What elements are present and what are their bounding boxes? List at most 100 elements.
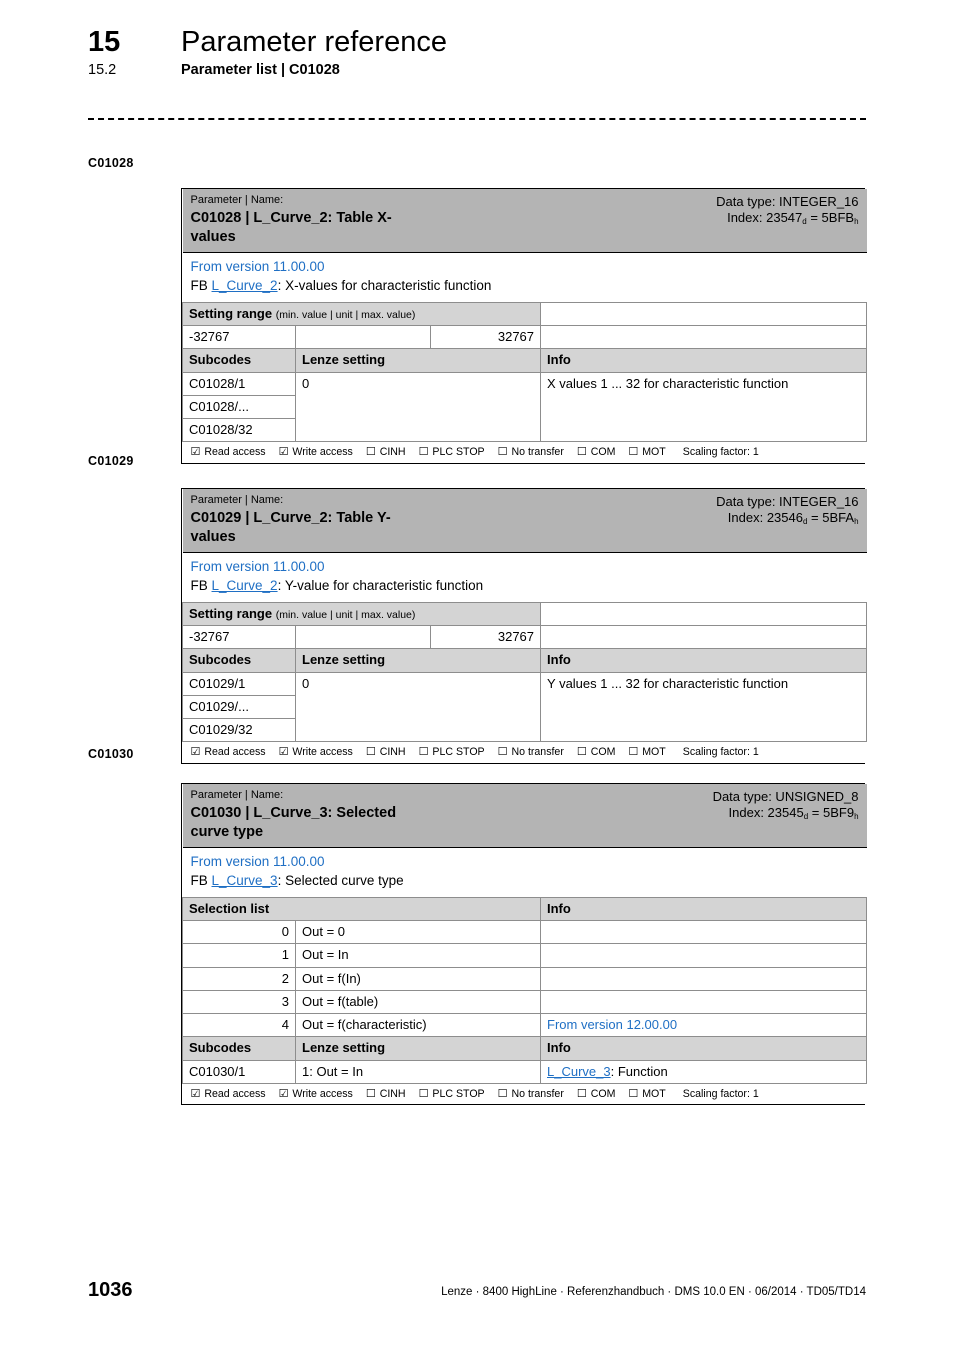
- info-value: L_Curve_3: Function: [539, 1059, 868, 1084]
- access-flags-row: ☑ Read access ☑ Write access ☐ CINH ☐ PLC S…: [182, 441, 867, 463]
- from-version-text: From version 11.00.00: [190, 259, 325, 275]
- access-flags-cell: ☑ Read access ☑ Write access ☐ CINH ☐ PLC S…: [182, 441, 867, 463]
- subcodes-col-header: Subcodes: [182, 348, 296, 373]
- access-flag-plc-stop: ☐ PLC STOP: [418, 745, 485, 759]
- selection-value: 0: [182, 920, 296, 945]
- access-flag-cinh: ☐ CINH: [365, 745, 406, 759]
- footer-document-line: Lenze · 8400 HighLine · Referenzhandbuch…: [441, 1286, 866, 1298]
- scaling-factor-label: Scaling factor: 1: [682, 446, 759, 459]
- checkbox-unchecked-icon: ☐: [628, 745, 639, 759]
- parameter-table-c01028: Parameter | Name: C01028 | L_Curve_2: Ta…: [181, 188, 868, 464]
- section-number: 15.2: [88, 62, 117, 78]
- access-flag-write-access: ☑ Write access: [278, 745, 353, 759]
- data-type-label: Data type: UNSIGNED_8: [712, 789, 859, 804]
- selection-label: Out = f(characteristic): [295, 1013, 541, 1038]
- selection-info: [539, 920, 868, 945]
- subcodes-header-row: Subcodes Lenze setting Info: [182, 348, 868, 373]
- checkbox-checked-icon: ☑: [190, 1086, 201, 1100]
- checkbox-unchecked-icon: ☐: [365, 745, 376, 759]
- access-flag-write-access: ☑ Write access: [278, 445, 353, 459]
- selection-info-from-version: From version 12.00.00: [539, 1013, 868, 1038]
- lenze-setting-col-header: Lenze setting: [295, 1036, 541, 1061]
- table-title-row: Parameter | Name: C01028 | L_Curve_2: Ta…: [182, 189, 867, 254]
- access-flag-mot: ☐ MOT: [628, 445, 666, 459]
- access-flag-no-transfer: ☐ No transfer: [497, 1086, 564, 1100]
- setting-range-unit: [294, 625, 432, 650]
- access-flag-com: ☐ COM: [576, 445, 616, 459]
- setting-range-note: (min. value | unit | max. value): [275, 608, 416, 621]
- checkbox-unchecked-icon: ☐: [418, 445, 429, 459]
- setting-range-min: -32767: [182, 325, 296, 350]
- setting-range-blank: [540, 301, 868, 327]
- checkbox-unchecked-icon: ☐: [418, 1086, 429, 1100]
- checkbox-unchecked-icon: ☐: [365, 1086, 376, 1100]
- subcodes-header-row: Subcodes Lenze setting Info: [182, 648, 868, 673]
- subcodes-header-row: Subcodes Lenze setting Info: [182, 1036, 868, 1061]
- selection-list-header-row: Selection list Info: [182, 896, 868, 922]
- lenze-setting-col-header: Lenze setting: [294, 348, 542, 373]
- table-title-row: Parameter | Name: C01029 | L_Curve_2: Ta…: [182, 489, 867, 554]
- subcode-value: C01029/32: [182, 718, 296, 743]
- info-col-header: Info: [540, 348, 868, 373]
- table-row: C01029/1 0 Y values 1 ... 32 for charact…: [182, 671, 868, 743]
- fb-link[interactable]: L_Curve_2: [212, 278, 278, 293]
- subcode-value: C01028/32: [182, 418, 296, 443]
- parameter-name-value: C01028 | L_Curve_2: Table X-values: [190, 209, 392, 245]
- setting-range-blank-2: [540, 625, 868, 650]
- info-col-header: Info: [540, 648, 868, 673]
- selection-info: [539, 943, 868, 968]
- subcode-value: C01029/...: [182, 694, 296, 720]
- fb-description: FB L_Curve_2: X-values for characteristi…: [190, 277, 492, 293]
- setting-range-blank: [540, 601, 868, 627]
- selection-row: 1 Out = In: [182, 943, 868, 968]
- header-dashed-rule: [88, 118, 866, 120]
- table-title-row: Parameter | Name: C01030 | L_Curve_3: Se…: [182, 784, 867, 849]
- subcodes-col-header: Subcodes: [182, 1036, 296, 1061]
- checkbox-unchecked-icon: ☐: [576, 445, 587, 459]
- parameter-name-value: C01029 | L_Curve_2: Table Y-values: [190, 509, 391, 545]
- lenze-setting-value: 0: [294, 671, 542, 743]
- table-meta-cell: Data type: INTEGER_16 Index: 23546d = 5B…: [430, 489, 867, 554]
- table-description-cell: From version 11.00.00 FB L_Curve_3: Sele…: [182, 847, 867, 898]
- table-row: C01030/1 1: Out = In L_Curve_3: Function: [182, 1059, 868, 1084]
- table-description-cell: From version 11.00.00 FB L_Curve_2: Y-va…: [182, 552, 867, 603]
- setting-range-blank-2: [540, 325, 868, 350]
- info-col-header: Info: [539, 1036, 868, 1061]
- setting-range-max: 32767: [430, 625, 542, 650]
- subcodes-col-header: Subcodes: [182, 648, 296, 673]
- fb-description: FB L_Curve_3: Selected curve type: [190, 872, 404, 888]
- from-version-text: From version 11.00.00: [190, 854, 325, 870]
- fb-link[interactable]: L_Curve_3: [212, 873, 278, 888]
- index-label: Index: 23547d = 5BFBh: [727, 210, 859, 227]
- fb-description: FB L_Curve_2: Y-value for characteristic…: [190, 577, 484, 593]
- selection-label: Out = f(table): [295, 989, 541, 1015]
- selection-row: 2 Out = f(In): [182, 966, 868, 991]
- checkbox-unchecked-icon: ☐: [497, 1086, 508, 1100]
- setting-range-header-row: Setting range (min. value | unit | max. …: [181, 301, 868, 327]
- checkbox-unchecked-icon: ☐: [418, 745, 429, 759]
- chapter-number: 15: [88, 26, 121, 58]
- selection-label: Out = In: [295, 943, 541, 968]
- parameter-name-caption: Parameter | Name:: [190, 494, 284, 506]
- selection-label: Out = 0: [295, 920, 541, 945]
- table-title-cell: Parameter | Name: C01028 | L_Curve_2: Ta…: [182, 189, 431, 254]
- checkbox-unchecked-icon: ☐: [576, 1086, 587, 1100]
- margin-label-c01028: C01028: [88, 156, 134, 170]
- page-number: 1036: [88, 1279, 133, 1301]
- checkbox-unchecked-icon: ☐: [365, 445, 376, 459]
- parameter-table-c01030: Parameter | Name: C01030 | L_Curve_3: Se…: [181, 783, 868, 1106]
- info-col-header: Info: [539, 896, 868, 922]
- info-fb-link[interactable]: L_Curve_3: [547, 1064, 611, 1079]
- section-title: Parameter list | C01028: [181, 62, 340, 78]
- checkbox-unchecked-icon: ☐: [497, 445, 508, 459]
- fb-link[interactable]: L_Curve_2: [212, 578, 278, 593]
- lenze-setting-value: 1: Out = In: [295, 1059, 541, 1084]
- access-flag-mot: ☐ MOT: [628, 745, 666, 759]
- checkbox-unchecked-icon: ☐: [628, 1086, 639, 1100]
- access-flag-plc-stop: ☐ PLC STOP: [418, 1086, 485, 1100]
- selection-value: 3: [182, 989, 296, 1015]
- table-title-cell: Parameter | Name: C01030 | L_Curve_3: Se…: [182, 784, 431, 849]
- scaling-factor-label: Scaling factor: 1: [682, 746, 759, 759]
- subcode-value: C01030/1: [182, 1059, 296, 1084]
- subcode-value: C01029/1: [182, 671, 296, 696]
